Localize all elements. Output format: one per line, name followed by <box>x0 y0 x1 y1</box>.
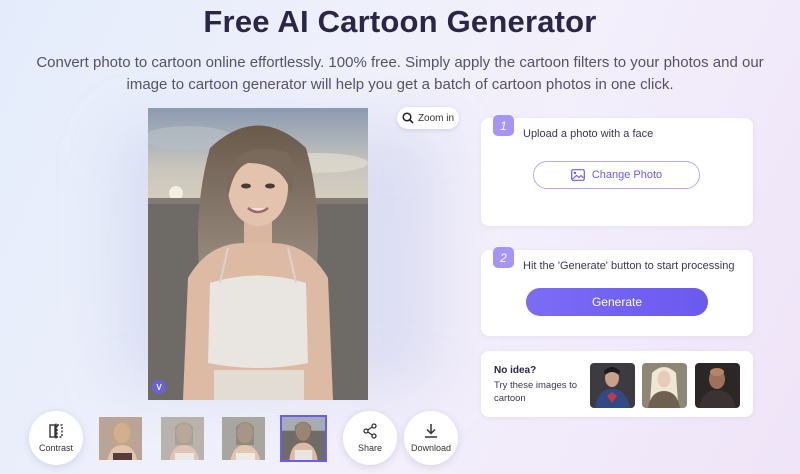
image-icon <box>570 169 585 181</box>
thumbnail-4[interactable] <box>280 415 327 462</box>
zoom-in-label: Zoom in <box>417 112 455 124</box>
ideas-title: No idea? <box>494 365 537 376</box>
thumbnail-1[interactable] <box>97 415 144 462</box>
page-title: Free AI Cartoon Generator <box>203 4 597 39</box>
sample-image-3[interactable] <box>695 363 740 408</box>
ideas-text: Try these images to cartoon <box>494 380 578 404</box>
download-label: Download <box>410 443 452 453</box>
change-photo-label: Change Photo <box>591 169 663 181</box>
brand-watermark-icon: V <box>152 380 166 394</box>
contrast-button[interactable]: Contrast <box>29 411 83 465</box>
page-subtitle: Convert photo to cartoon online effortle… <box>36 54 764 93</box>
step-2-badge: 2 <box>493 247 514 268</box>
step-1-badge: 1 <box>493 115 514 136</box>
generate-button[interactable]: Generate <box>526 288 708 316</box>
share-label: Share <box>357 443 383 453</box>
thumbnail-3[interactable] <box>220 415 267 462</box>
contrast-icon <box>49 423 63 439</box>
zoom-in-button[interactable]: Zoom in <box>397 107 459 129</box>
cartoon-preview-image <box>148 108 368 400</box>
step-2-text: Hit the 'Generate' button to start proce… <box>523 260 735 272</box>
step-1-text: Upload a photo with a face <box>523 128 654 140</box>
share-icon <box>363 423 377 439</box>
contrast-label: Contrast <box>38 443 73 453</box>
share-button[interactable]: Share <box>343 411 397 465</box>
sample-image-2[interactable] <box>642 363 687 408</box>
change-photo-button[interactable]: Change Photo <box>533 161 700 189</box>
download-button[interactable]: Download <box>404 411 458 465</box>
sample-image-1[interactable] <box>590 363 635 408</box>
magnifier-icon <box>402 112 414 124</box>
thumbnail-2[interactable] <box>159 415 206 462</box>
download-icon <box>425 424 437 438</box>
